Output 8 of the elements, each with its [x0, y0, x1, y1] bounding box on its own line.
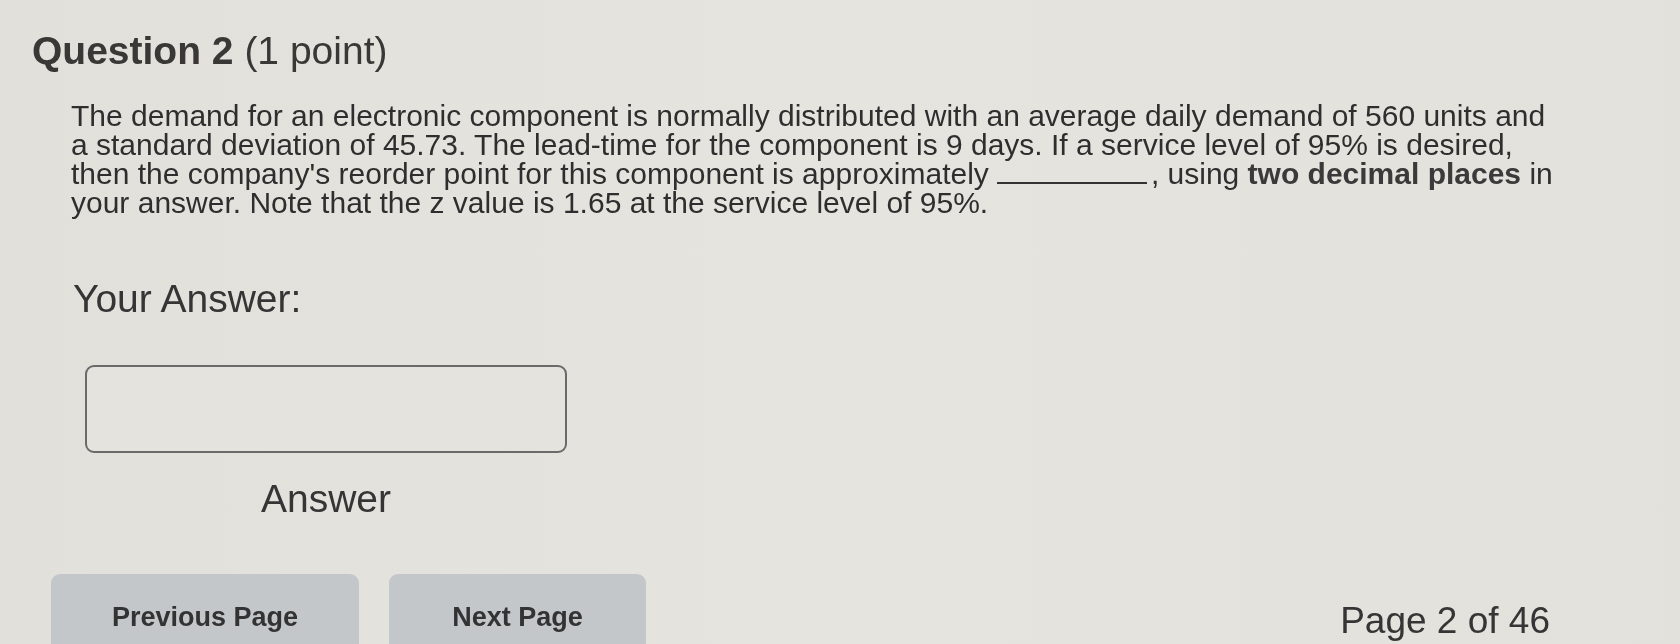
answer-caption: Answer — [260, 478, 391, 520]
previous-page-button[interactable]: Previous Page — [51, 574, 359, 644]
page-indicator: Page 2 of 46 — [1340, 600, 1550, 642]
your-answer-label: Your Answer: — [73, 279, 302, 319]
answer-input[interactable] — [85, 365, 567, 453]
question-text: The demand for an electronic component is normally distributed with an average daily demand of 560 units and a standard deviation of 45.73. The lead-time for the component is 9 days. If a service level of 95% is desired, then the company's reorder point for this component is approximately , using two decimal places in your answer. Note that the z value is 1.65 at the service level of 95%. — [71, 101, 1554, 217]
next-page-button[interactable]: Next Page — [389, 574, 646, 644]
question-heading: Question 2 (1 point) — [32, 28, 388, 74]
